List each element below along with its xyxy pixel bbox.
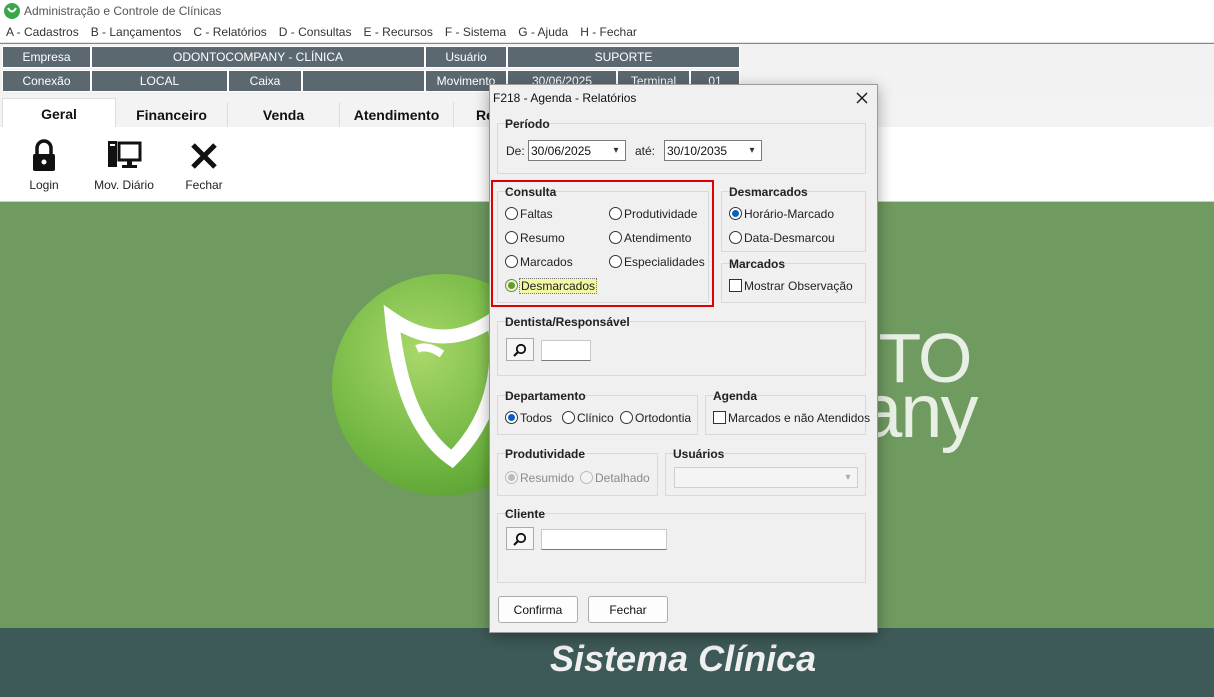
tab-venda[interactable]: Venda <box>228 102 340 128</box>
lock-icon <box>31 138 57 174</box>
mostrar-observacao-label[interactable]: Mostrar Observação <box>744 279 853 293</box>
conexao-label: Conexão <box>2 70 91 92</box>
empresa-value: ODONTOCOMPANY - CLÍNICA <box>91 46 425 68</box>
usuario-value: SUPORTE <box>507 46 740 68</box>
agenda-label: Agenda <box>713 389 758 403</box>
chevron-down-icon[interactable]: ▾ <box>842 471 854 483</box>
usuarios-label: Usuários <box>673 447 725 461</box>
title-bar: Administração e Controle de Clínicas <box>0 0 1214 22</box>
menu-consultas[interactable]: D - Consultas <box>273 25 358 39</box>
app-logo-icon <box>4 3 20 19</box>
dentista-search-button[interactable] <box>506 338 534 361</box>
marcados-label: Marcados <box>729 257 786 271</box>
mov-diario-button[interactable]: Mov. Diário <box>90 138 158 192</box>
date-to-value: 30/10/2035 <box>667 143 728 158</box>
menu-relatorios[interactable]: C - Relatórios <box>187 25 272 39</box>
mostrar-observacao-checkbox[interactable] <box>729 279 742 292</box>
menu-ajuda[interactable]: G - Ajuda <box>512 25 574 39</box>
radio-resumido-label[interactable]: Resumido <box>520 471 574 485</box>
chevron-down-icon[interactable]: ▾ <box>746 144 758 156</box>
caixa-value <box>302 70 425 92</box>
menu-sistema[interactable]: F - Sistema <box>439 25 512 39</box>
radio-ortodontia[interactable] <box>620 411 633 424</box>
menu-bar: A - Cadastros B - Lançamentos C - Relató… <box>0 22 1214 43</box>
departamento-label: Departamento <box>505 389 586 403</box>
radio-resumido[interactable] <box>505 471 518 484</box>
mov-diario-label: Mov. Diário <box>94 178 154 192</box>
radio-data-desmarcou-label[interactable]: Data-Desmarcou <box>744 231 835 245</box>
empresa-label: Empresa <box>2 46 91 68</box>
confirma-button[interactable]: Confirma <box>498 596 578 623</box>
radio-horario-marcado-label[interactable]: Horário-Marcado <box>744 207 834 221</box>
marcados-nao-atendidos-checkbox[interactable] <box>713 411 726 424</box>
tab-atendimento[interactable]: Atendimento <box>340 102 454 128</box>
dialog-title: F218 - Agenda - Relatórios <box>493 91 637 105</box>
close-x-icon <box>189 138 219 174</box>
cliente-label: Cliente <box>505 507 546 521</box>
date-to-input[interactable]: 30/10/2035 ▾ <box>664 140 762 161</box>
tab-financeiro[interactable]: Financeiro <box>116 102 228 128</box>
radio-detalhado-label[interactable]: Detalhado <box>595 471 650 485</box>
marcados-nao-atendidos-label[interactable]: Marcados e não Atendidos <box>728 411 870 425</box>
caixa-label: Caixa <box>228 70 302 92</box>
menu-cadastros[interactable]: A - Cadastros <box>0 25 85 39</box>
menu-fechar[interactable]: H - Fechar <box>574 25 643 39</box>
fechar-button[interactable]: Fechar <box>588 596 668 623</box>
desmarcados-label: Desmarcados <box>729 185 808 199</box>
conexao-value: LOCAL <box>91 70 228 92</box>
cliente-input[interactable] <box>541 529 667 550</box>
radio-clinico[interactable] <box>562 411 575 424</box>
chevron-down-icon[interactable]: ▾ <box>610 144 622 156</box>
radio-todos-label[interactable]: Todos <box>520 411 552 425</box>
search-icon <box>513 532 527 546</box>
fechar-ribbon-button[interactable]: Fechar <box>183 138 225 192</box>
login-button[interactable]: Login <box>24 138 64 192</box>
usuarios-select[interactable]: ▾ <box>674 467 858 488</box>
brand-slogan: Sistema Clínica <box>550 638 817 679</box>
radio-data-desmarcou[interactable] <box>729 231 742 244</box>
fechar-ribbon-label: Fechar <box>185 178 223 192</box>
radio-ortodontia-label[interactable]: Ortodontia <box>635 411 691 425</box>
window-title: Administração e Controle de Clínicas <box>24 4 222 18</box>
date-from-input[interactable]: 30/06/2025 ▾ <box>528 140 626 161</box>
menu-recursos[interactable]: E - Recursos <box>357 25 438 39</box>
login-label: Login <box>29 178 59 192</box>
search-icon <box>513 343 527 357</box>
tab-relatorios[interactable]: Re <box>454 102 494 128</box>
radio-clinico-label[interactable]: Clínico <box>577 411 614 425</box>
date-from-value: 30/06/2025 <box>531 143 592 158</box>
radio-detalhado[interactable] <box>580 471 593 484</box>
radio-horario-marcado[interactable] <box>729 207 742 220</box>
cliente-search-button[interactable] <box>506 527 534 550</box>
close-icon <box>856 92 868 104</box>
menu-lancamentos[interactable]: B - Lançamentos <box>85 25 188 39</box>
tab-geral[interactable]: Geral <box>2 98 116 128</box>
de-label: De: <box>506 144 525 158</box>
ate-label: até: <box>635 144 656 158</box>
dentista-input[interactable] <box>541 340 591 361</box>
radio-todos[interactable] <box>505 411 518 424</box>
periodo-label: Período <box>505 117 550 131</box>
dialog-close-button[interactable] <box>852 88 872 108</box>
computer-icon <box>106 138 142 174</box>
highlight-box <box>491 180 714 307</box>
produtividade-label: Produtividade <box>505 447 586 461</box>
usuario-label: Usuário <box>425 46 507 68</box>
dentista-label: Dentista/Responsável <box>505 315 630 329</box>
